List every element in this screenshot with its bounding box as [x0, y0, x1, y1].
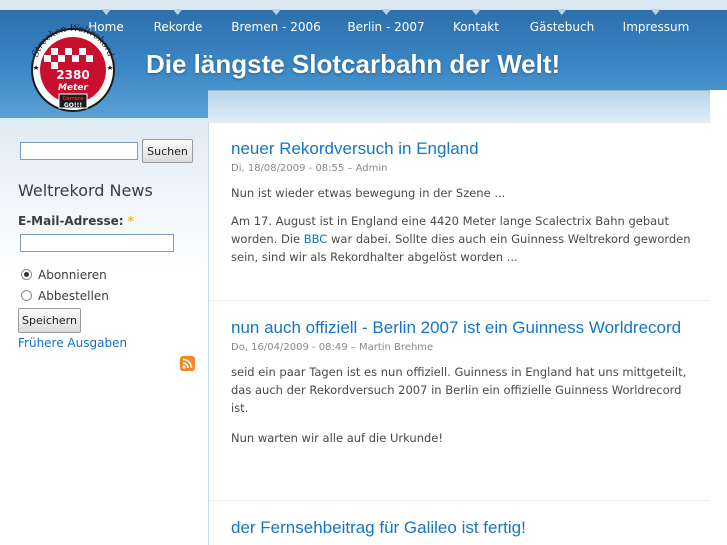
post: der Fernsehbeitrag für Galileo ist ferti… — [231, 517, 696, 539]
post-body: Am 17. August ist in England eine 4420 M… — [231, 212, 696, 266]
post-teaser: Nun ist wieder etwas bewegung in der Sze… — [231, 186, 506, 200]
rss-feed-icon[interactable] — [180, 356, 195, 371]
post: nun auch offiziell - Berlin 2007 ist ein… — [231, 317, 696, 447]
nav-marker-icon — [471, 9, 481, 15]
subscribe-radio[interactable] — [21, 269, 32, 280]
email-label: E-Mail-Adresse: * — [18, 214, 134, 228]
save-button[interactable]: Speichern — [18, 308, 81, 333]
newsletter-title: Weltrekord News — [18, 181, 153, 200]
post-title[interactable]: der Fernsehbeitrag für Galileo ist ferti… — [231, 517, 696, 539]
right-margin — [710, 90, 727, 545]
nav-marker-icon — [101, 9, 111, 15]
post-body: Nun warten wir alle auf die Urkunde! — [231, 431, 443, 445]
nav-rekorde[interactable]: Rekorde — [154, 9, 202, 34]
post-meta: Do, 16/04/2009 - 08:49 – Martin Brehme — [231, 342, 434, 353]
post-teaser: seid ein paar Tagen ist es nun offiziell… — [231, 365, 687, 415]
content-header-band — [208, 90, 710, 123]
logo-distance: 2380 — [56, 68, 89, 82]
nav-marker-icon — [380, 9, 391, 15]
subscribe-option[interactable]: Abonnieren — [21, 268, 107, 282]
site-name[interactable]: Die längste Slotcarbahn der Welt! — [146, 49, 560, 80]
post-divider — [209, 300, 710, 301]
nav-marker-icon — [271, 9, 281, 15]
nav-marker-icon — [556, 9, 567, 15]
logo-unit: Meter — [58, 83, 88, 93]
nav-kontakt[interactable]: Kontakt — [453, 9, 499, 34]
site-logo[interactable]: Strecken Weltrekord 2380 Meter Carrera G… — [20, 24, 126, 112]
post-title[interactable]: neuer Rekordversuch in England — [231, 138, 696, 160]
subscribe-label: Abonnieren — [38, 268, 107, 282]
unsubscribe-label: Abbestellen — [38, 289, 109, 303]
post-divider — [209, 500, 710, 501]
logo-brand-sub: GO!!! — [64, 102, 82, 109]
bbc-link[interactable]: BBC — [304, 232, 328, 246]
nav-gaestebuch[interactable]: Gästebuch — [530, 9, 594, 34]
nav-marker-icon — [173, 9, 183, 15]
unsubscribe-radio[interactable] — [21, 290, 32, 301]
email-field[interactable] — [20, 234, 174, 252]
email-label-text: E-Mail-Adresse: — [18, 214, 124, 228]
search-button[interactable]: Suchen — [142, 139, 193, 163]
archive-link[interactable]: Frühere Ausgaben — [18, 336, 127, 350]
search-input[interactable] — [20, 142, 138, 160]
nav-bremen-2006[interactable]: Bremen - 2006 — [231, 9, 321, 34]
nav-berlin-2007[interactable]: Berlin - 2007 — [347, 9, 425, 34]
nav-impressum[interactable]: Impressum — [623, 9, 689, 34]
post-meta: Di, 18/08/2009 - 08:55 – Admin — [231, 163, 388, 174]
required-mark: * — [127, 214, 134, 228]
nav-marker-icon — [650, 9, 661, 15]
post-title[interactable]: nun auch offiziell - Berlin 2007 ist ein… — [231, 317, 696, 339]
post: neuer Rekordversuch in England Di, 18/08… — [231, 138, 696, 266]
unsubscribe-option[interactable]: Abbestellen — [21, 289, 109, 303]
